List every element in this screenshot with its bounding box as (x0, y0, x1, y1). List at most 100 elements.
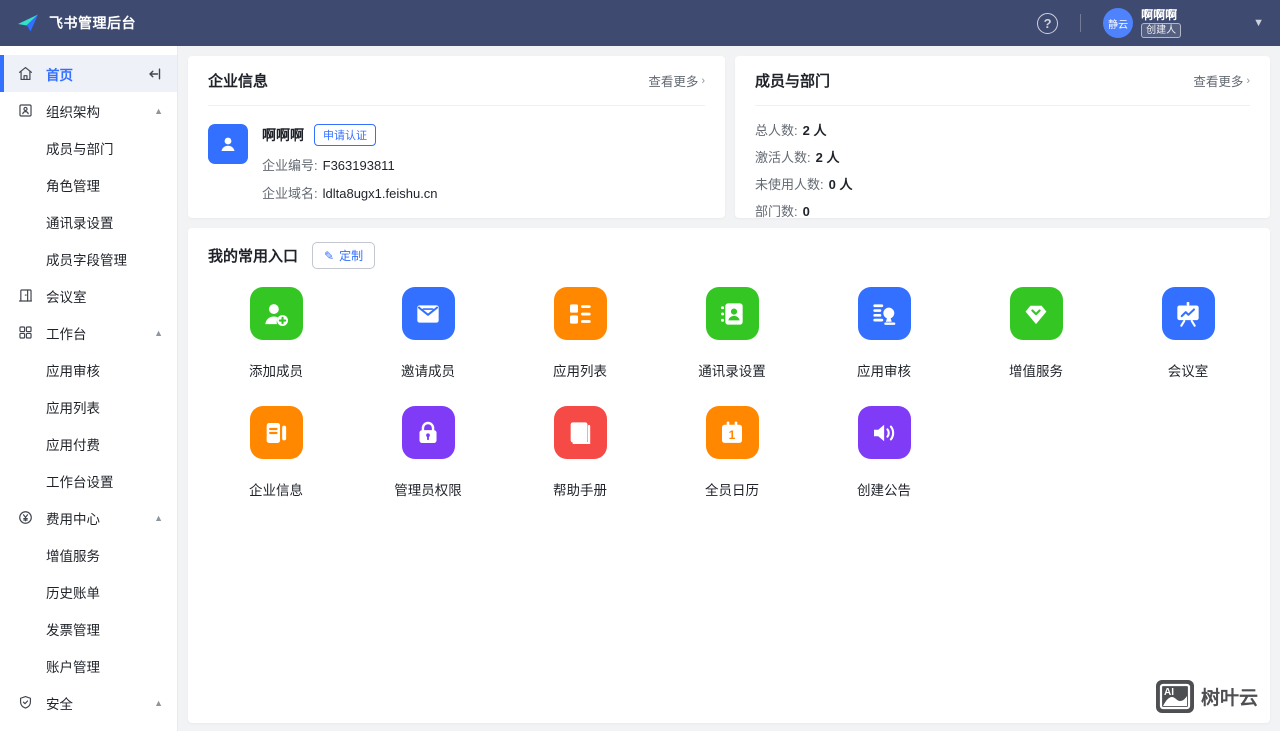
members-more-link[interactable]: 查看更多 › (1193, 71, 1250, 90)
sidebar-item-cost-center[interactable]: 费用中心 ▲ (0, 499, 177, 536)
sidebar-item-workbench[interactable]: 工作台 ▲ (0, 314, 177, 351)
org-document-icon (250, 406, 303, 459)
workbench-grid-icon (16, 324, 34, 342)
shortcut-meeting-room[interactable]: 会议室 (1112, 287, 1264, 380)
shortcut-label: 通讯录设置 (698, 360, 766, 380)
sidebar-item-member-fields[interactable]: 成员字段管理 (0, 240, 177, 277)
sidebar-item-account-management[interactable]: 账户管理 (0, 647, 177, 684)
mail-invite-icon (402, 287, 455, 340)
person-add-icon (250, 287, 303, 340)
sidebar-item-contacts-settings[interactable]: 通讯录设置 (0, 203, 177, 240)
shortcut-label: 会议室 (1168, 360, 1209, 380)
watermark-text: 树叶云 (1201, 683, 1258, 710)
shortcuts-title: 我的常用入口 (208, 245, 298, 266)
sidebar-item-label: 费用中心 (46, 508, 100, 528)
org-structure-icon (16, 102, 34, 120)
enterprise-more-link[interactable]: 查看更多 › (648, 71, 705, 90)
stat-value: 2 人 (816, 150, 840, 165)
sidebar-item-app-list[interactable]: 应用列表 (0, 388, 177, 425)
field-value: ldlta8ugx1.feishu.cn (323, 186, 438, 201)
pencil-icon: ✎ (324, 249, 334, 263)
topbar-divider (1080, 14, 1081, 32)
sidebar-item-meeting-room[interactable]: 会议室 (0, 277, 177, 314)
shortcut-contacts-settings[interactable]: 通讯录设置 (656, 287, 808, 380)
sidebar-item-invoice-management[interactable]: 发票管理 (0, 610, 177, 647)
sidebar-item-home[interactable]: 首页 (0, 55, 177, 92)
person-icon (216, 132, 240, 156)
stat-label: 激活人数: (755, 150, 811, 165)
chevron-down-icon[interactable]: ▼ (1253, 17, 1264, 29)
stat-total-members: 总人数: 2 人 (755, 120, 1250, 139)
shortcut-help-manual[interactable]: 帮助手册 (504, 406, 656, 499)
sidebar-item-workbench-settings[interactable]: 工作台设置 (0, 462, 177, 499)
collapse-sidebar-icon[interactable] (147, 66, 163, 82)
chevron-right-icon: › (701, 75, 705, 87)
shortcut-create-announcement[interactable]: 创建公告 (808, 406, 960, 499)
shortcut-label: 邀请成员 (401, 360, 455, 380)
sidebar-item-label: 会议室 (46, 286, 87, 306)
stat-value: 2 人 (803, 123, 827, 138)
sidebar-item-members-departments[interactable]: 成员与部门 (0, 129, 177, 166)
members-departments-card: 成员与部门 查看更多 › 总人数:2 人 激活人数:2 人 未使用人数:0 人 … (735, 56, 1270, 218)
sidebar-item-label: 增值服务 (46, 545, 100, 565)
sidebar-item-billing-history[interactable]: 历史账单 (0, 573, 177, 610)
shortcut-all-staff-calendar[interactable]: 1 全员日历 (656, 406, 808, 499)
user-role-badge: 创建人 (1141, 23, 1181, 38)
feishu-logo-icon (16, 11, 40, 35)
apply-certification-button[interactable]: 申请认证 (314, 124, 376, 146)
sidebar: 首页 组织架构 ▲ 成员与部门 角色管理 通讯录设置 成员字段管理 会议室 工作… (0, 46, 178, 731)
sidebar-item-security[interactable]: 安全 ▲ (0, 684, 177, 721)
shortcuts-card: 我的常用入口 ✎ 定制 添加成员 邀请成员 (188, 228, 1270, 723)
sidebar-item-app-review[interactable]: 应用审核 (0, 351, 177, 388)
contacts-book-icon (706, 287, 759, 340)
org-domain-row: 企业域名: ldlta8ugx1.feishu.cn (262, 183, 438, 202)
help-icon[interactable]: ? (1037, 13, 1058, 34)
sidebar-item-label: 应用列表 (46, 397, 100, 417)
lock-icon (402, 406, 455, 459)
shortcut-grid: 添加成员 邀请成员 应用列表 通讯录设置 (200, 287, 1258, 499)
app-title: 飞书管理后台 (49, 13, 136, 33)
app-list-icon (554, 287, 607, 340)
user-name: 啊啊啊 (1141, 9, 1181, 21)
sidebar-item-label: 工作台设置 (46, 471, 114, 491)
org-name: 啊啊啊 (262, 125, 304, 145)
shortcut-app-review[interactable]: 应用审核 (808, 287, 960, 380)
sidebar-item-role-management[interactable]: 角色管理 (0, 166, 177, 203)
shortcut-admin-permissions[interactable]: 管理员权限 (352, 406, 504, 499)
shortcut-add-member[interactable]: 添加成员 (200, 287, 352, 380)
sidebar-item-label: 应用审核 (46, 360, 100, 380)
sidebar-item-org-structure[interactable]: 组织架构 ▲ (0, 92, 177, 129)
user-menu[interactable]: 静云 啊啊啊 创建人 (1103, 8, 1181, 38)
avatar[interactable]: 静云 (1103, 8, 1133, 38)
sidebar-item-label: 角色管理 (46, 175, 100, 195)
shortcut-value-added-services[interactable]: 增值服务 (960, 287, 1112, 380)
stat-label: 总人数: (755, 123, 798, 138)
more-label: 查看更多 (1193, 71, 1243, 90)
caret-up-icon[interactable]: ▲ (154, 106, 163, 116)
sidebar-item-label: 通讯录设置 (46, 212, 114, 232)
sidebar-item-label: 首页 (46, 64, 73, 84)
stat-value: 0 人 (829, 177, 853, 192)
shortcut-label: 企业信息 (249, 479, 303, 499)
shortcut-invite-member[interactable]: 邀请成员 (352, 287, 504, 380)
customize-button[interactable]: ✎ 定制 (312, 242, 375, 269)
caret-up-icon[interactable]: ▲ (154, 328, 163, 338)
caret-up-icon[interactable]: ▲ (154, 698, 163, 708)
shortcut-label: 创建公告 (857, 479, 911, 499)
watermark: AI 树叶云 (1156, 680, 1258, 713)
sidebar-item-label: 工作台 (46, 323, 87, 343)
field-label: 企业域名: (262, 186, 318, 201)
field-value: F363193811 (323, 158, 395, 173)
calendar-1-icon: 1 (706, 406, 759, 459)
cost-yuan-circle-icon (16, 509, 34, 527)
shortcut-enterprise-info[interactable]: 企业信息 (200, 406, 352, 499)
sidebar-item-value-added-services[interactable]: 增值服务 (0, 536, 177, 573)
card-title: 成员与部门 (755, 70, 830, 91)
shortcut-app-list[interactable]: 应用列表 (504, 287, 656, 380)
caret-up-icon[interactable]: ▲ (154, 513, 163, 523)
sidebar-item-app-payment[interactable]: 应用付费 (0, 425, 177, 462)
sidebar-item-label: 成员与部门 (46, 138, 114, 158)
home-icon (16, 65, 34, 83)
top-navbar: 飞书管理后台 ? 静云 啊啊啊 创建人 ▼ (0, 0, 1280, 46)
stat-label: 未使用人数: (755, 177, 824, 192)
